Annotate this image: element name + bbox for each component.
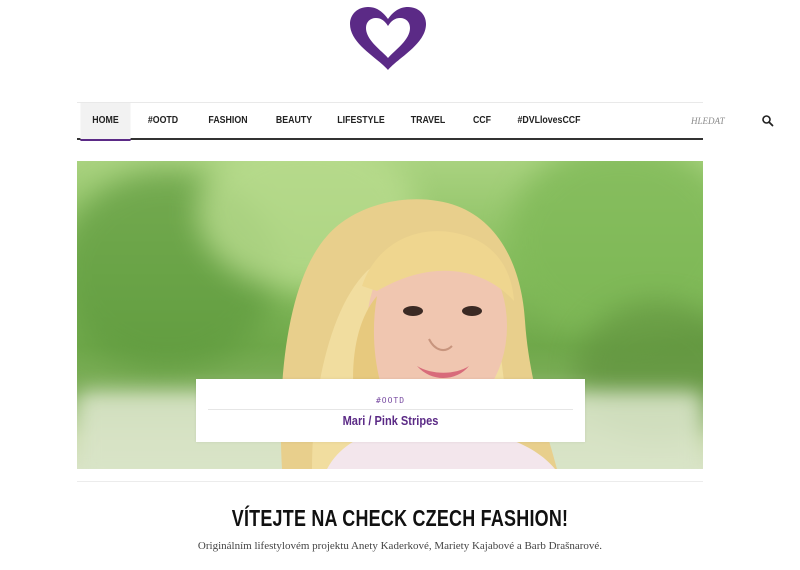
heart-logo-icon[interactable] [348, 6, 428, 72]
nav-item-home[interactable]: HOME [80, 103, 131, 141]
main-navigation: HOME #OOTD FASHION BEAUTY LIFESTYLE TRAV… [77, 102, 774, 141]
nav-item-dvllovesccf[interactable]: #DVLlovesCCF [517, 103, 580, 139]
post-category-label[interactable]: #OOTD [196, 396, 585, 405]
nav-item-ootd[interactable]: #OOTD [142, 103, 184, 139]
post-title-link[interactable]: Mari / Pink Stripes [225, 413, 556, 428]
featured-post-caption[interactable]: #OOTD Mari / Pink Stripes [196, 379, 585, 442]
nav-item-fashion[interactable]: FASHION [205, 103, 251, 139]
nav-item-beauty[interactable]: BEAUTY [274, 103, 314, 139]
nav-item-ccf[interactable]: CCF [469, 103, 495, 139]
search-icon[interactable] [761, 114, 775, 128]
caption-divider [208, 409, 573, 410]
search-input[interactable] [677, 113, 766, 129]
nav-item-lifestyle[interactable]: LIFESTYLE [336, 103, 385, 139]
welcome-heading: VÍTEJTE NA CHECK CZECH FASHION! [231, 505, 569, 531]
welcome-tagline: Originálním lifestylovém projektu Anety … [197, 540, 603, 552]
nav-item-travel[interactable]: TRAVEL [409, 103, 448, 139]
section-divider [77, 481, 703, 482]
